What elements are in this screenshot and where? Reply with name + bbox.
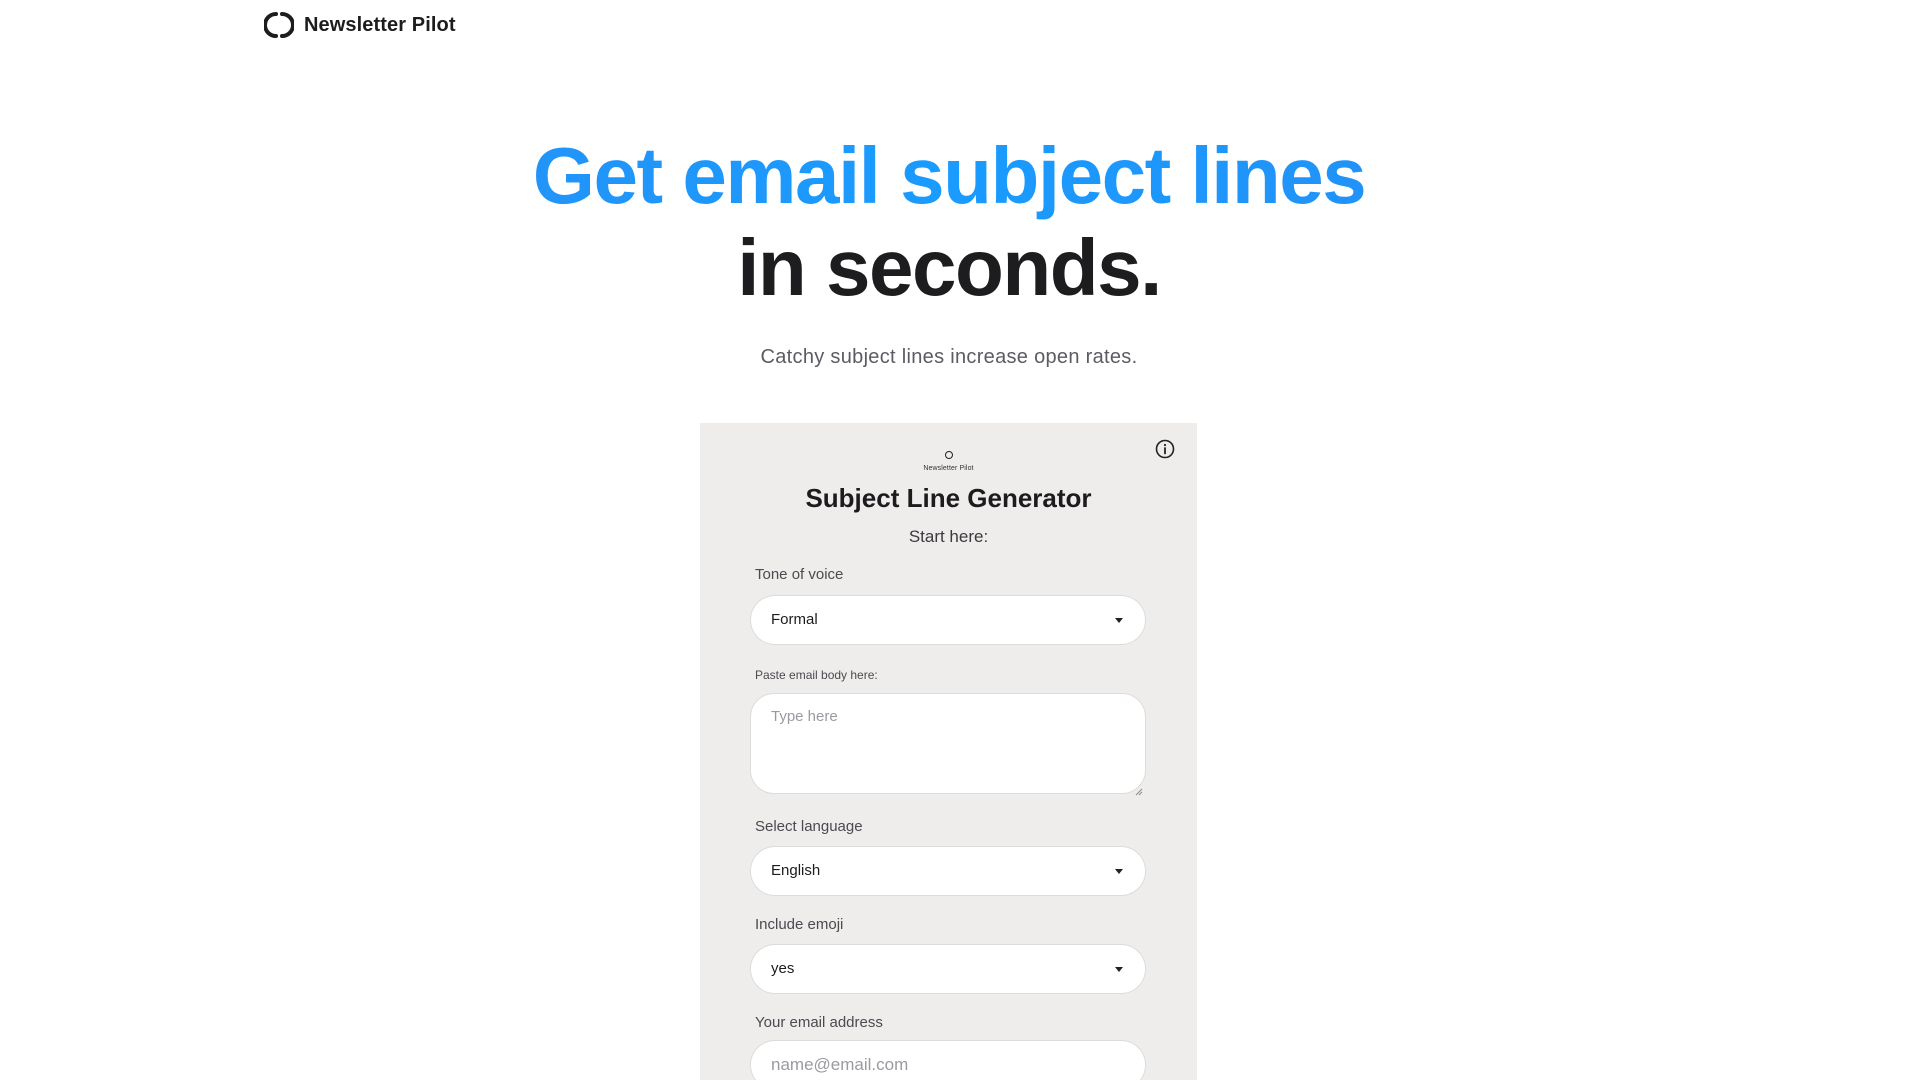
page: Newsletter Pilot Get email subject lines… — [0, 0, 1920, 1080]
card-logo-text: Newsletter Pilot — [923, 465, 974, 472]
email-address-label: Your email address — [755, 1014, 883, 1031]
emoji-select-value: yes — [771, 960, 795, 977]
chevron-down-icon — [1115, 869, 1123, 874]
hero-headline-dark: in seconds. — [737, 223, 1162, 312]
resize-handle-icon[interactable] — [1135, 783, 1143, 796]
start-label: Start here: — [908, 527, 989, 546]
tone-label: Tone of voice — [755, 566, 844, 583]
email-body-textarea[interactable]: Type here — [750, 693, 1146, 796]
hero-subtitle: Catchy subject lines increase open rates… — [760, 346, 1138, 368]
brand-ring-icon — [264, 10, 294, 40]
language-label: Select language — [755, 818, 863, 835]
generator-card: Newsletter Pilot Subject Line Generator … — [700, 423, 1197, 1080]
card-title: Subject Line Generator — [805, 483, 1092, 513]
emoji-select[interactable]: yes — [750, 944, 1146, 994]
brand-header[interactable]: Newsletter Pilot — [264, 10, 456, 40]
hero-heading: Get email subject lines in seconds. — [0, 130, 1898, 314]
brand-name: Newsletter Pilot — [304, 13, 456, 36]
chevron-down-icon — [1115, 618, 1123, 623]
email-body-label: Paste email body here: — [755, 668, 878, 682]
language-select[interactable]: English — [750, 846, 1146, 896]
emoji-label: Include emoji — [755, 916, 844, 933]
email-address-input[interactable]: name@email.com — [750, 1040, 1146, 1080]
email-body-placeholder: Type here — [771, 708, 838, 725]
tone-select-value: Formal — [771, 611, 818, 628]
chevron-down-icon — [1115, 967, 1123, 972]
hero-headline-accent: Get email subject lines — [0, 130, 1898, 222]
mini-ring-icon — [944, 451, 953, 459]
card-logo: Newsletter Pilot — [700, 446, 1197, 472]
language-select-value: English — [771, 862, 821, 879]
email-address-placeholder: name@email.com — [771, 1055, 909, 1074]
tone-select[interactable]: Formal — [750, 595, 1146, 645]
